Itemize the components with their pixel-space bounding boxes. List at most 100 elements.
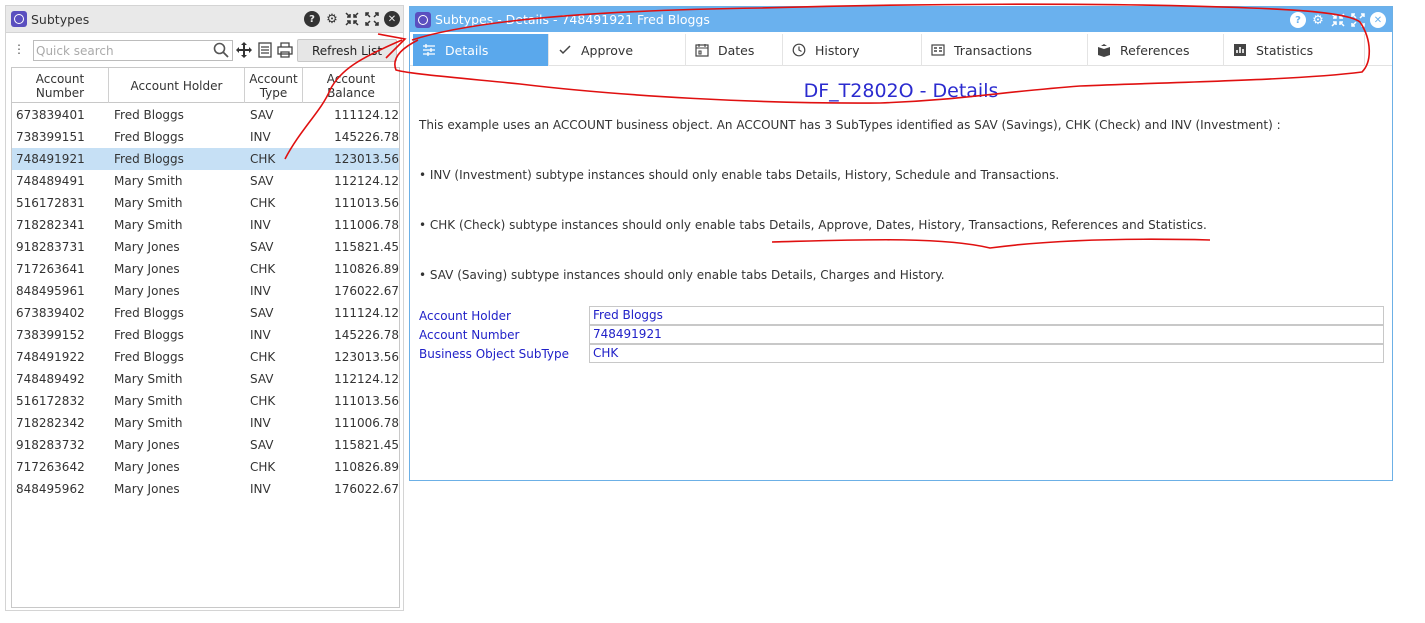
account-holder-cell: Mary Jones — [114, 460, 180, 474]
table-row[interactable]: 738399151 Fred Bloggs INV 145226.78 — [12, 126, 399, 148]
table-row[interactable]: 748491921 Fred Bloggs CHK 123013.56 — [12, 148, 399, 170]
tab-dates[interactable]: Dates — [686, 34, 783, 66]
gear-icon[interactable]: ⚙ — [324, 11, 340, 27]
account-balance-cell: 145226.78 — [334, 130, 399, 144]
calendar-icon — [695, 44, 709, 57]
account-type-cell: INV — [250, 284, 271, 298]
account-balance-cell: 112124.12 — [334, 372, 399, 386]
account-number-field[interactable]: 748491921 — [589, 325, 1384, 344]
print-icon[interactable] — [276, 41, 294, 59]
table-row[interactable]: 738399152 Fred Bloggs INV 145226.78 — [12, 324, 399, 346]
table-row[interactable]: 918283731 Mary Jones SAV 115821.45 — [12, 236, 399, 258]
account-number-cell: 738399152 — [16, 328, 85, 342]
refresh-list-button[interactable]: Refresh List — [297, 39, 397, 62]
table-row[interactable]: 673839401 Fred Bloggs SAV 111124.12 — [12, 104, 399, 126]
account-number-cell: 848495961 — [16, 284, 85, 298]
search-icon[interactable] — [212, 41, 230, 59]
account-holder-cell: Mary Jones — [114, 482, 180, 496]
app-icon — [415, 12, 431, 28]
search-input[interactable] — [36, 42, 208, 59]
account-holder-cell: Mary Jones — [114, 262, 180, 276]
account-holder-cell: Mary Jones — [114, 284, 180, 298]
account-number-cell: 918283732 — [16, 438, 85, 452]
expand-icon[interactable] — [1350, 12, 1366, 28]
gear-icon[interactable]: ⚙ — [1310, 12, 1326, 28]
check-icon — [559, 45, 571, 55]
expand-icon[interactable] — [364, 11, 380, 27]
account-holder-label: Account Holder — [419, 309, 511, 323]
close-icon[interactable]: ✕ — [1370, 12, 1386, 28]
column-header-account-number[interactable]: Account Number — [12, 68, 109, 103]
subtype-field[interactable]: CHK — [589, 344, 1384, 363]
account-balance-cell: 110826.89 — [334, 262, 399, 276]
account-type-cell: INV — [250, 218, 271, 232]
close-icon[interactable]: ✕ — [384, 11, 400, 27]
account-type-cell: CHK — [250, 196, 276, 210]
account-balance-cell: 111124.12 — [334, 108, 399, 122]
account-balance-cell: 111013.56 — [334, 394, 399, 408]
list-view-icon[interactable] — [256, 41, 274, 59]
move-icon[interactable] — [235, 41, 253, 59]
tab-statistics[interactable]: Statistics — [1224, 34, 1365, 66]
account-balance-cell: 111006.78 — [334, 218, 399, 232]
grip-icon[interactable]: ⋮ — [13, 42, 25, 56]
column-header-account-type[interactable]: Account Type — [245, 68, 303, 103]
help-icon[interactable]: ? — [304, 11, 320, 27]
account-type-cell: CHK — [250, 350, 276, 364]
help-icon[interactable]: ? — [1290, 12, 1306, 28]
table-row[interactable]: 516172832 Mary Smith CHK 111013.56 — [12, 390, 399, 412]
account-holder-cell: Fred Bloggs — [114, 328, 184, 342]
account-balance-cell: 123013.56 — [334, 350, 399, 364]
column-header-account-holder[interactable]: Account Holder — [109, 68, 245, 103]
tab-bar: Details Approve Dates History Transactio… — [410, 34, 1392, 66]
account-holder-cell: Fred Bloggs — [114, 350, 184, 364]
account-balance-cell: 145226.78 — [334, 328, 399, 342]
account-number-cell: 717263641 — [16, 262, 85, 276]
collapse-icon[interactable] — [344, 11, 360, 27]
account-type-cell: INV — [250, 482, 271, 496]
account-number-cell: 748491921 — [16, 152, 85, 166]
transactions-icon — [931, 44, 945, 56]
account-number-cell: 718282341 — [16, 218, 85, 232]
table-row[interactable]: 718282341 Mary Smith INV 111006.78 — [12, 214, 399, 236]
account-holder-cell: Mary Smith — [114, 174, 183, 188]
account-holder-field[interactable]: Fred Bloggs — [589, 306, 1384, 325]
left-toolbar: ⋮ Refresh List — [6, 39, 403, 63]
account-holder-cell: Mary Smith — [114, 218, 183, 232]
table-row[interactable]: 717263641 Mary Jones CHK 110826.89 — [12, 258, 399, 280]
column-header-account-balance[interactable]: Account Balance — [303, 68, 399, 103]
account-type-cell: CHK — [250, 152, 276, 166]
tab-transactions[interactable]: Transactions — [922, 34, 1088, 66]
account-type-cell: INV — [250, 328, 271, 342]
left-panel-title: Subtypes — [31, 12, 90, 27]
account-holder-cell: Mary Smith — [114, 416, 183, 430]
table-row[interactable]: 748489492 Mary Smith SAV 112124.12 — [12, 368, 399, 390]
tab-details[interactable]: Details — [413, 34, 549, 66]
account-number-cell: 848495962 — [16, 482, 85, 496]
table-row[interactable]: 748491922 Fred Bloggs CHK 123013.56 — [12, 346, 399, 368]
account-type-cell: SAV — [250, 174, 274, 188]
collapse-icon[interactable] — [1330, 12, 1346, 28]
table-row[interactable]: 516172831 Mary Smith CHK 111013.56 — [12, 192, 399, 214]
table-row[interactable]: 673839402 Fred Bloggs SAV 111124.12 — [12, 302, 399, 324]
table-row[interactable]: 848495962 Mary Jones INV 176022.67 — [12, 478, 399, 500]
table-row[interactable]: 718282342 Mary Smith INV 111006.78 — [12, 412, 399, 434]
account-holder-cell: Mary Jones — [114, 438, 180, 452]
tab-references[interactable]: References — [1088, 34, 1224, 66]
tab-approve[interactable]: Approve — [549, 34, 686, 66]
account-number-cell: 718282342 — [16, 416, 85, 430]
account-number-cell: 738399151 — [16, 130, 85, 144]
table-row[interactable]: 748489491 Mary Smith SAV 112124.12 — [12, 170, 399, 192]
account-number-cell: 748491922 — [16, 350, 85, 364]
account-balance-cell: 123013.56 — [334, 152, 399, 166]
table-row[interactable]: 848495961 Mary Jones INV 176022.67 — [12, 280, 399, 302]
account-balance-cell: 111006.78 — [334, 416, 399, 430]
tab-history[interactable]: History — [783, 34, 922, 66]
account-type-cell: INV — [250, 416, 271, 430]
table-row[interactable]: 918283732 Mary Jones SAV 115821.45 — [12, 434, 399, 456]
account-type-cell: SAV — [250, 438, 274, 452]
account-number-cell: 673839402 — [16, 306, 85, 320]
table-row[interactable]: 717263642 Mary Jones CHK 110826.89 — [12, 456, 399, 478]
account-holder-cell: Mary Smith — [114, 394, 183, 408]
details-icon — [423, 44, 435, 56]
